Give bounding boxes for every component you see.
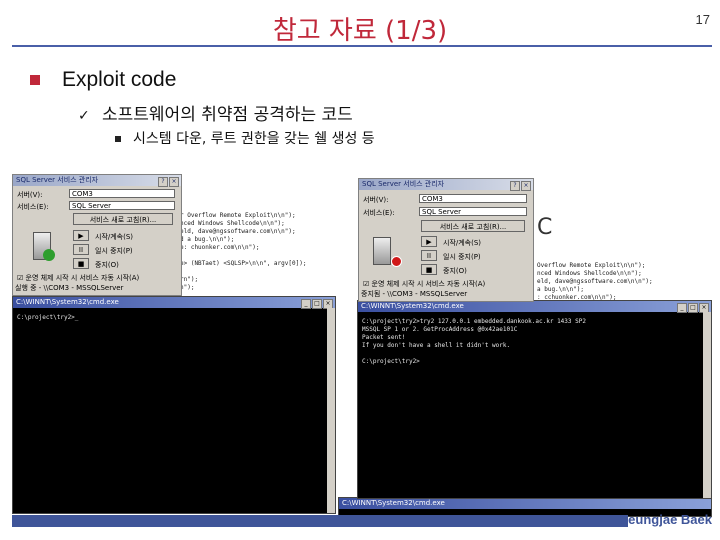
bullet-level1-text: Exploit code [62,68,177,91]
author-name: Seungjae Baek [619,512,713,527]
bullet-level3-text: 시스템 다운, 루트 권한을 갖는 쉘 생성 등 [133,131,375,147]
left-console-scrollbar[interactable] [327,308,335,513]
maximize-icon[interactable]: □ [312,299,322,309]
help-icon[interactable]: ? [510,181,520,191]
left-dialog-title: SQL Server 서비스 관리자 [16,176,99,184]
bullet-level1: Exploit code [30,68,176,92]
stop-button[interactable]: ■ [421,264,437,275]
square-bullet-icon [30,75,40,86]
server-label: 서버(V): [363,196,389,204]
pause-button[interactable]: II [73,244,89,255]
bottom-console-titlebar[interactable]: C:\WINNT\System32\cmd.exe [339,498,711,509]
maximize-icon[interactable]: □ [688,303,698,313]
bullet-level3: 시스템 다운, 루트 권한을 갖는 쉘 생성 등 [115,128,375,148]
right-dialog-title: SQL Server 서비스 관리자 [362,180,445,188]
start-button[interactable]: ▶ [73,230,89,241]
service-select[interactable]: SQL Server [419,207,527,216]
right-code-editor-text: Overflow Remote Exploit\n\n"); nced Wind… [537,262,653,301]
right-console-output[interactable]: C:\project\try2>try2 127.0.0.1 embedded.… [358,312,711,372]
bullet-level2-text: 소프트웨어의 취약점 공격하는 코드 [102,105,353,125]
right-console-titlebar[interactable]: C:\WINNT\System32\cmd.exe _ □ × [358,301,711,313]
left-console-window[interactable]: C:\WINNT\System32\cmd.exe _ □ × C:\project\… [12,296,336,514]
running-status-icon [43,249,55,261]
help-icon[interactable]: ? [158,177,168,187]
start-label: 시작/계속(S) [95,233,134,241]
left-sql-service-dialog[interactable]: SQL Server 서비스 관리자? × 서버(V): COM3 서비스(E):… [12,174,182,296]
bottom-console-title: C:\WINNT\System32\cmd.exe [342,499,445,507]
close-icon[interactable]: × [521,181,531,191]
pause-label: 일시 중지(P) [95,247,133,255]
stop-label: 중지(O) [443,267,467,275]
minimize-icon[interactable]: _ [301,299,311,309]
start-button[interactable]: ▶ [421,236,437,247]
right-sql-service-dialog[interactable]: SQL Server 서비스 관리자? × 서버(V): COM3 서비스(E):… [358,178,534,302]
service-label: 서비스(E): [17,203,49,211]
pause-button[interactable]: II [421,250,437,261]
service-label: 서비스(E): [363,209,395,217]
left-code-editor-text: r Overflow Remote Exploit\n\n"); nced Wi… [180,212,307,291]
autostart-checkbox[interactable]: ☑ 운영 체제 시작 시 서비스 자동 시작(A) [363,279,485,289]
minimize-icon[interactable]: _ [677,303,687,313]
server-select[interactable]: COM3 [69,189,175,198]
stopped-status-icon [391,256,402,267]
background-text-fragment: C [537,215,553,240]
left-console-output[interactable]: C:\project\try2>_ [13,308,335,328]
right-console-window[interactable]: C:\WINNT\System32\cmd.exe _ □ × C:\project\… [357,300,712,499]
server-label: 서버(V): [17,191,43,199]
refresh-services-button[interactable]: 서비스 새로 고침(R)... [421,220,525,232]
service-select[interactable]: SQL Server [69,201,175,210]
right-console-scrollbar[interactable] [703,312,711,498]
pause-label: 일시 중지(P) [443,253,481,261]
left-dialog-titlebar[interactable]: SQL Server 서비스 관리자? × [13,175,181,187]
status-bar: 실행 중 - \\COM3 - MSSQLServer [15,284,124,292]
stop-button[interactable]: ■ [73,258,89,269]
bullet-level2: ✓ 소프트웨어의 취약점 공격하는 코드 [78,100,353,125]
autostart-label: 운영 체제 시작 시 서비스 자동 시작(A) [371,280,486,288]
slide-title: 참고 자료 (1/3) [272,16,448,46]
server-select[interactable]: COM3 [419,194,527,203]
page-number: 17 [695,12,710,27]
right-dialog-titlebar[interactable]: SQL Server 서비스 관리자? × [359,179,533,191]
refresh-services-button[interactable]: 서비스 새로 고침(R)... [73,213,173,225]
left-console-titlebar[interactable]: C:\WINNT\System32\cmd.exe _ □ × [13,297,335,309]
close-icon[interactable]: × [169,177,179,187]
footer-bar [12,515,628,527]
small-square-bullet-icon [115,136,121,142]
left-console-title: C:\WINNT\System32\cmd.exe [16,298,119,306]
stop-label: 중지(O) [95,261,119,269]
check-mark-icon: ✓ [78,108,90,124]
start-label: 시작/계속(S) [443,239,482,247]
server-icon [373,237,391,265]
right-console-title: C:\WINNT\System32\cmd.exe [361,302,464,310]
title-divider [12,45,712,47]
autostart-checkbox[interactable]: ☑ 운영 체제 시작 시 서비스 자동 시작(A) [17,273,139,283]
autostart-label: 운영 체제 시작 시 서비스 자동 시작(A) [25,274,140,282]
status-bar: 중지됨 - \\COM3 - MSSQLServer [361,290,468,298]
